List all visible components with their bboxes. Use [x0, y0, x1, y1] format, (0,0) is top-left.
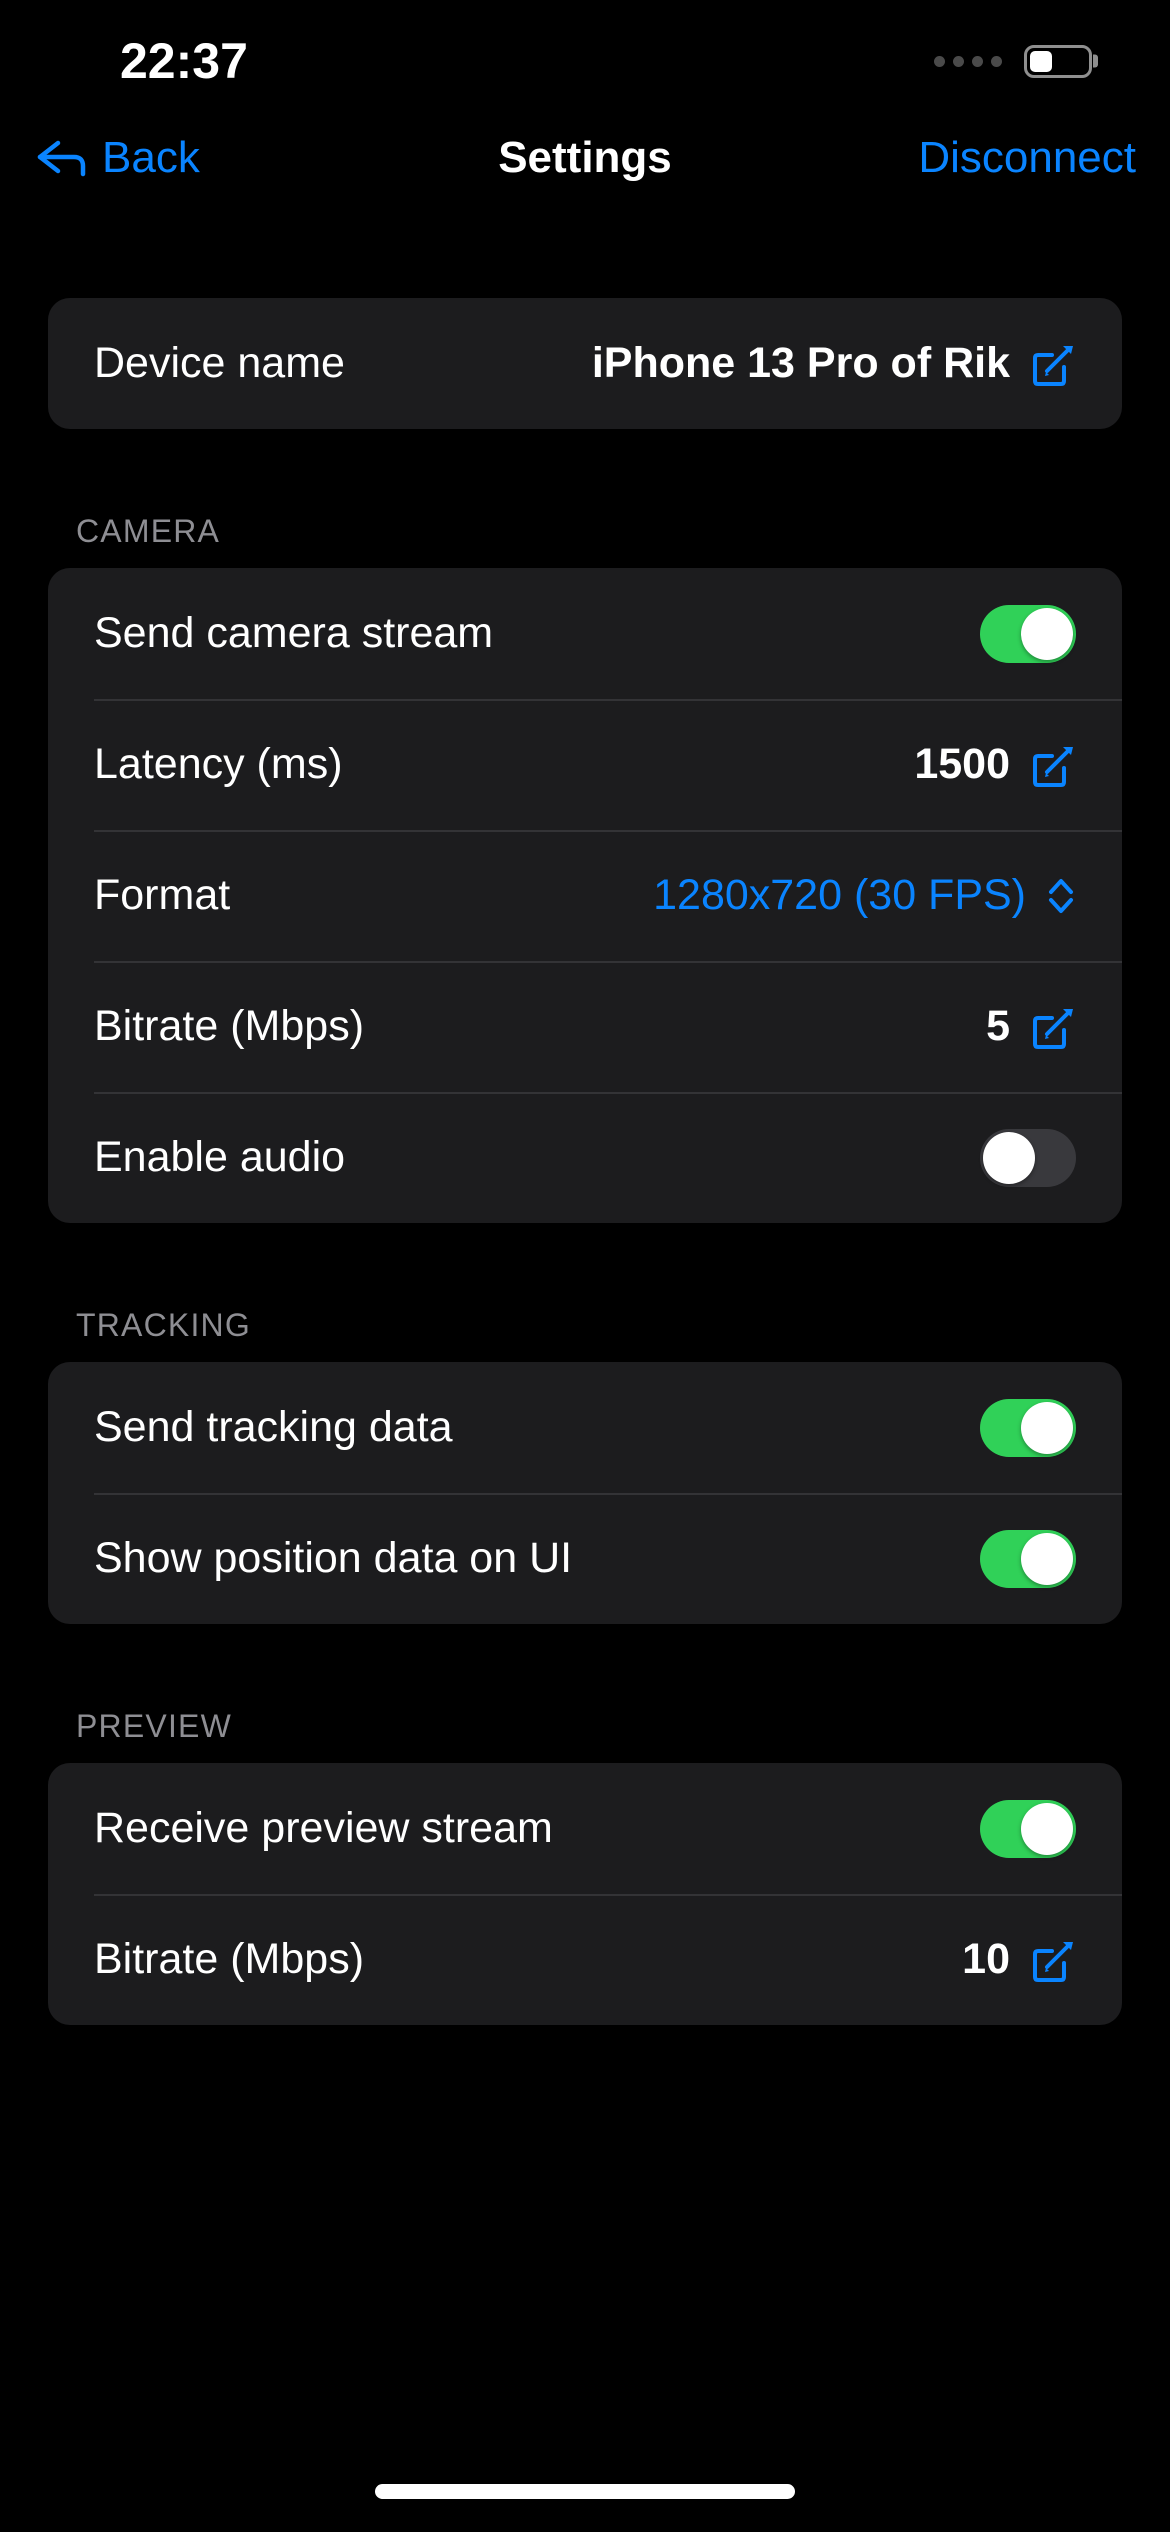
receive-preview-stream-label: Receive preview stream [94, 1804, 553, 1852]
home-indicator-area [0, 2472, 1170, 2532]
square-and-pencil-icon[interactable] [1030, 341, 1076, 387]
chevron-up-down-icon[interactable] [1046, 873, 1076, 919]
arrow-uturn-backward-icon [37, 140, 86, 177]
preview-bitrate-value: 10 [962, 1935, 1010, 1983]
row-preview-bitrate[interactable]: Bitrate (Mbps) 10 [48, 1894, 1122, 2025]
row-send-tracking-data[interactable]: Send tracking data [48, 1362, 1122, 1493]
status-bar-indicators [934, 44, 1098, 78]
row-format[interactable]: Format 1280x720 (30 FPS) [48, 830, 1122, 961]
row-enable-audio[interactable]: Enable audio [48, 1092, 1122, 1223]
tracking-settings-card: Send tracking data Show position data on… [48, 1362, 1122, 1624]
status-bar: 22:37 [0, 0, 1170, 108]
navigation-bar: Back Settings Disconnect [0, 108, 1170, 208]
section-tracking: TRACKING Send tracking data Show positio… [48, 1307, 1122, 1624]
settings-content: Device name iPhone 13 Pro of Rik CAMERA [0, 208, 1170, 2472]
section-camera: CAMERA Send camera stream Latency (ms) 1… [48, 513, 1122, 1223]
enable-audio-toggle[interactable] [980, 1128, 1076, 1187]
cellular-signal-dots-icon [934, 55, 1002, 67]
row-show-position-data[interactable]: Show position data on UI [48, 1493, 1122, 1624]
show-position-data-label: Show position data on UI [94, 1534, 573, 1582]
back-button-label: Back [102, 133, 200, 182]
send-tracking-data-toggle[interactable] [980, 1398, 1076, 1457]
preview-bitrate-label: Bitrate (Mbps) [94, 1935, 365, 1983]
status-bar-clock: 22:37 [120, 33, 248, 89]
square-and-pencil-icon[interactable] [1030, 1937, 1076, 1983]
camera-bitrate-value: 5 [986, 1002, 1010, 1050]
square-and-pencil-icon[interactable] [1030, 1004, 1076, 1050]
battery-icon [1024, 44, 1098, 78]
format-label: Format [94, 871, 231, 919]
latency-value: 1500 [914, 740, 1010, 788]
section-header-preview: PREVIEW [76, 1708, 232, 1744]
section-header-tracking: TRACKING [76, 1307, 251, 1343]
row-send-camera-stream[interactable]: Send camera stream [48, 568, 1122, 699]
disconnect-button[interactable]: Disconnect [918, 133, 1136, 183]
home-indicator[interactable] [375, 2483, 795, 2499]
send-camera-stream-label: Send camera stream [94, 609, 494, 657]
latency-label: Latency (ms) [94, 740, 343, 788]
enable-audio-label: Enable audio [94, 1133, 346, 1181]
send-camera-stream-toggle[interactable] [980, 604, 1076, 663]
format-value: 1280x720 (30 FPS) [653, 871, 1026, 919]
square-and-pencil-icon[interactable] [1030, 742, 1076, 788]
row-receive-preview-stream[interactable]: Receive preview stream [48, 1763, 1122, 1894]
preview-settings-card: Receive preview stream Bitrate (Mbps) 10 [48, 1763, 1122, 2025]
row-latency[interactable]: Latency (ms) 1500 [48, 699, 1122, 830]
back-button[interactable]: Back [34, 133, 200, 183]
row-camera-bitrate[interactable]: Bitrate (Mbps) 5 [48, 961, 1122, 1092]
section-preview: PREVIEW Receive preview stream Bitrate (… [48, 1708, 1122, 2025]
device-name-value: iPhone 13 Pro of Rik [591, 339, 1010, 387]
iphone-settings-screen: 22:37 Back Settings Disconnect Device na… [0, 0, 1170, 2532]
row-device-name[interactable]: Device name iPhone 13 Pro of Rik [48, 298, 1122, 429]
receive-preview-stream-toggle[interactable] [980, 1799, 1076, 1858]
device-name-label: Device name [94, 339, 345, 387]
show-position-data-toggle[interactable] [980, 1529, 1076, 1588]
send-tracking-data-label: Send tracking data [94, 1403, 453, 1451]
camera-settings-card: Send camera stream Latency (ms) 1500 For… [48, 568, 1122, 1223]
camera-bitrate-label: Bitrate (Mbps) [94, 1002, 365, 1050]
section-header-camera: CAMERA [76, 513, 221, 549]
device-name-card: Device name iPhone 13 Pro of Rik [48, 298, 1122, 429]
